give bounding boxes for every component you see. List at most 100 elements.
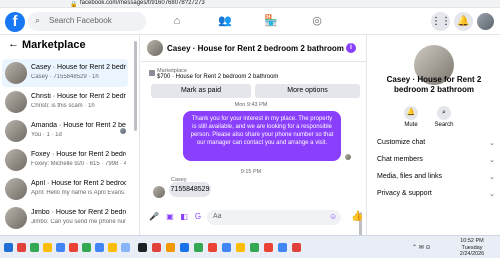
more-options-button[interactable]: More options [255, 84, 360, 98]
browser-address-bar[interactable]: 🔒 facebook.com/messages/t/9160768078?272… [0, 0, 500, 8]
section-privacy-support[interactable]: Privacy & support ⌄ [377, 188, 497, 202]
emoji-icon[interactable]: ☺ [329, 212, 337, 221]
app-icon[interactable] [292, 243, 301, 252]
sidebar-scrollbar[interactable] [134, 41, 137, 131]
notifications-icon[interactable]: 🔔 [454, 12, 473, 31]
clock-date: 2/24/2026 [459, 251, 485, 257]
listing-thumbnail[interactable] [149, 70, 155, 76]
section-customize-chat[interactable]: Customize chat ⌄ [377, 137, 497, 151]
conversation-item[interactable]: Casey · House for Rent 2 bedroo... Casey … [2, 59, 128, 87]
system-tray-icons[interactable]: ⌃ ✉ ⊙ [412, 244, 430, 251]
folder-icon[interactable] [166, 243, 175, 252]
outgoing-message: Thank you for your interest in my place.… [183, 111, 341, 161]
chevron-down-icon: ⌄ [489, 157, 495, 164]
app-icon[interactable] [236, 243, 245, 252]
conversation-avatar [5, 149, 27, 171]
app-icon[interactable] [152, 243, 161, 252]
taskbar-clock[interactable]: 10:52 PM Tuesday 2/24/2026 [452, 238, 492, 258]
contact-name: Casey · House for Rent 2 bedroom 2 bathr… [386, 75, 482, 94]
conversation-name: Amanda · House for Rent 2 bedr... [31, 122, 126, 129]
conversation-item[interactable]: Amanda · House for Rent 2 bedr... You · 1… [2, 117, 128, 145]
message-thread[interactable]: Mon 9:43 PM Thank you for your interest … [141, 100, 362, 250]
section-label: Chat members [377, 156, 423, 163]
app-icon[interactable] [17, 243, 26, 252]
read-receipt-avatar [120, 128, 126, 134]
conversation-name: Christi · House for Rent 2 bedro... [31, 93, 126, 100]
menu-grid-icon[interactable]: ⋮⋮ [431, 12, 451, 31]
app-icon[interactable] [95, 243, 104, 252]
app-icon[interactable] [82, 243, 91, 252]
search-icon[interactable]: ⌕ [437, 106, 451, 120]
mark-as-paid-button[interactable]: Mark as paid [151, 84, 251, 98]
address-url[interactable]: facebook.com/messages/t/9160768078?27273 [80, 0, 205, 6]
search-icon: ⌕ [35, 15, 41, 25]
image-icon[interactable]: ▣ [165, 212, 175, 222]
chat-header: Casey · House for Rent 2 bedroom 2 bathr… [141, 35, 366, 62]
section-label: Privacy & support [377, 190, 432, 197]
conversation-avatar [5, 91, 27, 113]
conversation-item[interactable]: Foxey · House for Rent 2 bedroo... Foxey:… [2, 146, 128, 174]
info-icon[interactable]: i [346, 43, 356, 53]
section-media-files-links[interactable]: Media, files and links ⌄ [377, 171, 497, 185]
app-icon[interactable] [30, 243, 39, 252]
message-input[interactable]: Aa ☺ [207, 210, 341, 225]
conversation-preview: Jimbo: Can you send me phone num... 5d [31, 219, 126, 225]
microphone-icon[interactable]: 🎤 [149, 212, 159, 222]
app-icon[interactable] [208, 243, 217, 252]
conversation-item[interactable]: April · House for Rent 2 bedroo... April:… [2, 175, 128, 203]
groups-icon[interactable]: ◎ [310, 14, 324, 28]
search-box[interactable]: ⌕ Search Facebook [28, 12, 146, 31]
chevron-down-icon: ⌄ [489, 140, 495, 147]
home-icon[interactable]: ⌂ [170, 14, 184, 28]
search-label[interactable]: Search [424, 122, 464, 128]
app-icon[interactable] [43, 243, 52, 252]
facebook-logo[interactable]: f [5, 12, 25, 32]
app-icon[interactable] [194, 243, 203, 252]
section-chat-members[interactable]: Chat members ⌄ [377, 154, 497, 168]
search-placeholder[interactable]: Search Facebook [49, 16, 112, 25]
message-input-placeholder[interactable]: Aa [213, 213, 222, 220]
conversation-item[interactable]: Christi · House for Rent 2 bedro... Chris… [2, 88, 128, 116]
conversation-preview: Foxey: Michelle 920 · 615 · 7998 · 4d [31, 161, 126, 167]
conversation-item[interactable]: Jimbo · House for Rent 2 bedroo... Jimbo:… [2, 204, 128, 232]
sender-avatar[interactable] [153, 186, 165, 198]
os-taskbar: ⌃ ✉ ⊙ 10:52 PM Tuesday 2/24/2026 [0, 235, 500, 258]
chevron-down-icon: ⌄ [489, 174, 495, 181]
start-icon[interactable] [4, 243, 13, 252]
back-arrow-icon[interactable]: ← [8, 38, 19, 50]
app-icon[interactable] [56, 243, 65, 252]
listing-title[interactable]: $700 · House for Rent 2 bedroom 2 bathro… [157, 74, 278, 80]
app-icon[interactable] [108, 243, 117, 252]
conversation-avatar [5, 120, 27, 142]
conversation-avatar [5, 207, 27, 229]
app-icon[interactable] [69, 243, 78, 252]
top-navigation: f ⌕ Search Facebook ⌂ 👥 🏪 ◎ ⋮⋮ 🔔 [0, 8, 500, 35]
friends-icon[interactable]: 👥 [218, 14, 232, 28]
chat-title[interactable]: Casey · House for Rent 2 bedroom 2 bathr… [167, 44, 344, 53]
conversation-preview: Christi: is this scam · 1h [31, 103, 95, 109]
chat-pane: Casey · House for Rent 2 bedroom 2 bathr… [141, 35, 366, 250]
terminal-icon[interactable] [138, 243, 147, 252]
conversation-name: April · House for Rent 2 bedroo... [31, 180, 126, 187]
thumbs-up-icon[interactable]: 👍 [351, 211, 363, 222]
app-icon[interactable] [264, 243, 273, 252]
browser-icon[interactable] [222, 243, 231, 252]
incoming-message: 7155848529 [169, 182, 211, 197]
account-avatar[interactable] [476, 12, 495, 31]
mute-bell-icon[interactable]: 🔔 [404, 106, 418, 120]
mail-icon[interactable] [180, 243, 189, 252]
app-icon[interactable] [278, 243, 287, 252]
marketplace-icon[interactable]: 🏪 [264, 14, 278, 28]
app-icon[interactable] [121, 243, 130, 252]
section-label: Customize chat [377, 139, 426, 146]
conversation-name: Casey · House for Rent 2 bedroo... [31, 64, 126, 71]
conversation-preview: April: Hello my name is April Evans... 5… [31, 190, 126, 196]
chat-avatar[interactable] [147, 40, 163, 56]
gif-icon[interactable]: G [193, 212, 203, 222]
sticker-icon[interactable]: ◧ [179, 212, 189, 222]
conversation-preview: Casey · 7155848529 · 1h [31, 74, 99, 80]
message-timestamp: 9:15 PM [240, 169, 262, 175]
marketplace-inbox: ← Marketplace Casey · House for Rent 2 b… [0, 35, 140, 235]
app-icon[interactable] [250, 243, 259, 252]
conversation-info-panel: Casey · House for Rent 2 bedroom 2 bathr… [366, 35, 500, 235]
